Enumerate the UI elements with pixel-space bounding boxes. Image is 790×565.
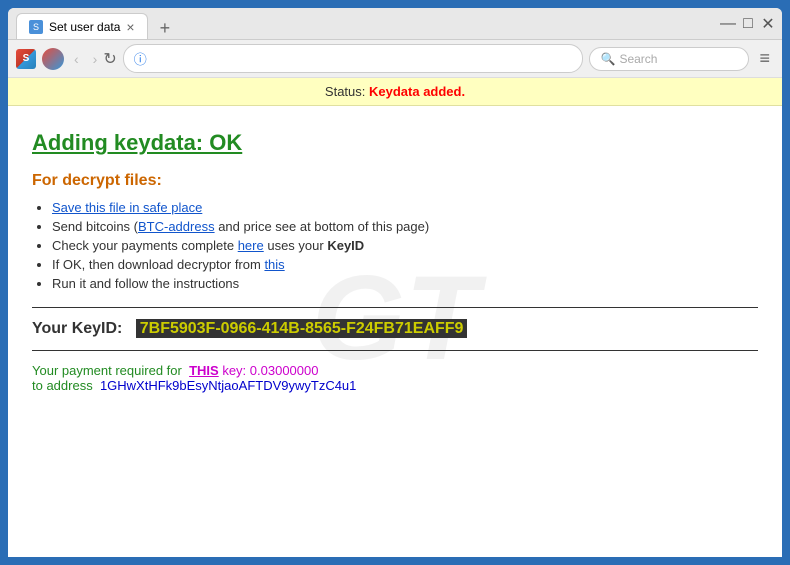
- payment-this-link[interactable]: THIS: [189, 363, 219, 378]
- tab-bar: S Set user data × +: [16, 8, 714, 39]
- search-placeholder: Search: [619, 52, 657, 66]
- close-button[interactable]: ✕: [762, 18, 774, 30]
- list-item: Check your payments complete here uses y…: [52, 238, 758, 253]
- page-inner: Adding keydata: OK For decrypt files: Sa…: [8, 106, 782, 405]
- list-item: Save this file in safe place: [52, 200, 758, 215]
- maximize-button[interactable]: □: [742, 18, 754, 30]
- tab-close-button[interactable]: ×: [126, 20, 134, 34]
- tab-title: Set user data: [49, 20, 120, 34]
- payment-section: Your payment required for THIS key: 0.03…: [32, 363, 758, 393]
- list-item: Send bitcoins (BTC-address and price see…: [52, 219, 758, 234]
- page-status-bar: Status: Keydata added.: [8, 78, 782, 106]
- keyid-value: 7BF5903F-0966-414B-8565-F24FB71EAFF9: [136, 319, 468, 338]
- title-bar: S Set user data × + — □ ✕: [8, 8, 782, 40]
- list-item: Run it and follow the instructions: [52, 276, 758, 291]
- minimize-button[interactable]: —: [722, 18, 734, 30]
- section-title: For decrypt files:: [32, 172, 758, 190]
- window-controls: — □ ✕: [722, 18, 774, 30]
- info-icon: ⓘ: [134, 49, 147, 68]
- main-title: Adding keydata: OK: [32, 130, 758, 156]
- menu-button[interactable]: ≡: [755, 46, 774, 71]
- browser-window: S Set user data × + — □ ✕ S ‹ › ↻ ⓘ 🔍 Se…: [8, 8, 782, 557]
- back-button[interactable]: ‹: [70, 49, 83, 69]
- payment-label: Your payment required for: [32, 363, 182, 378]
- payment-line1: Your payment required for THIS key: 0.03…: [32, 363, 758, 378]
- toolbar: S ‹ › ↻ ⓘ 🔍 Search ≡: [8, 40, 782, 78]
- keyid-label: Your KeyID:: [32, 320, 122, 337]
- here-link[interactable]: here: [238, 238, 264, 253]
- btc-address-link[interactable]: BTC-address: [138, 219, 215, 234]
- reload-button[interactable]: ↻: [103, 49, 116, 69]
- payment-address: 1GHwXtHFk9bEsyNtjaoAFTDV9ywyTzC4u1: [100, 378, 356, 393]
- divider-top: [32, 307, 758, 308]
- new-tab-button[interactable]: +: [152, 18, 179, 39]
- status-value: Keydata added.: [369, 84, 465, 99]
- address-label: to address: [32, 378, 93, 393]
- status-label: Status:: [325, 84, 365, 99]
- page-content: GT Status: Keydata added. Adding keydata…: [8, 78, 782, 557]
- profile-button[interactable]: [42, 48, 64, 70]
- keyid-section: Your KeyID: 7BF5903F-0966-414B-8565-F24F…: [32, 320, 758, 338]
- search-box[interactable]: 🔍 Search: [589, 47, 749, 71]
- list-item: If OK, then download decryptor from this: [52, 257, 758, 272]
- browser-favicon: S: [16, 49, 36, 69]
- save-file-link[interactable]: Save this file in safe place: [52, 200, 202, 215]
- search-icon: 🔍: [600, 52, 615, 66]
- tab-favicon: S: [29, 20, 43, 34]
- address-bar[interactable]: ⓘ: [123, 44, 584, 73]
- instructions-list: Save this file in safe place Send bitcoi…: [52, 200, 758, 291]
- this-link[interactable]: this: [264, 257, 284, 272]
- active-tab[interactable]: S Set user data ×: [16, 13, 148, 39]
- payment-amount: key: 0.03000000: [222, 363, 318, 378]
- divider-bottom: [32, 350, 758, 351]
- forward-button[interactable]: ›: [89, 49, 102, 69]
- payment-line2: to address 1GHwXtHFk9bEsyNtjaoAFTDV9ywyT…: [32, 378, 758, 393]
